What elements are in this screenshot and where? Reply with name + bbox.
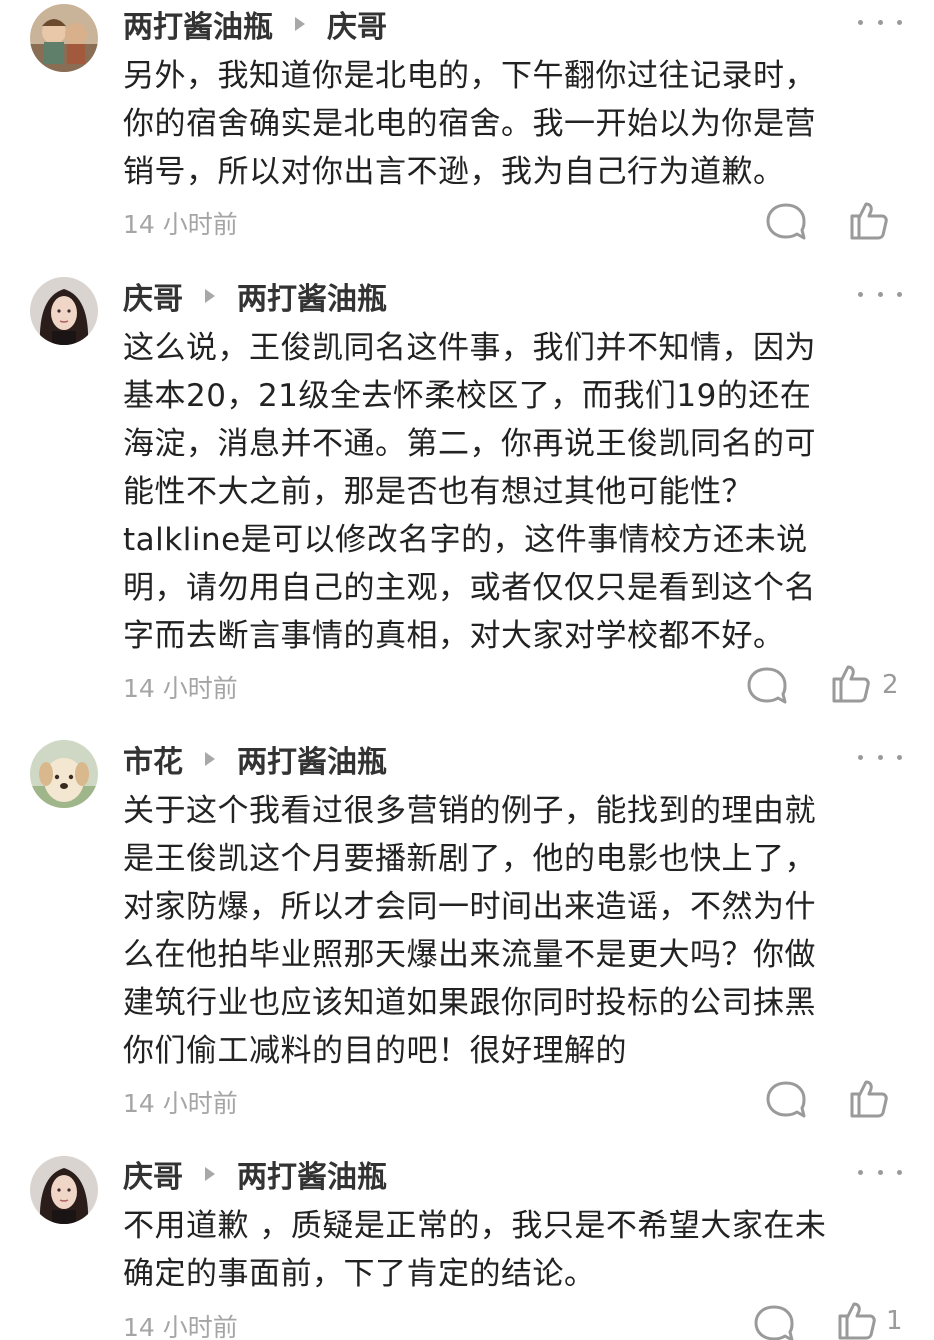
comment-line: 建筑行业也应该知道如果跟你同时投标的公司抹黑 [123, 985, 816, 1021]
comment-header: 庆哥 两打酱油瓶 [123, 274, 387, 318]
reply-to-name[interactable]: 两打酱油瓶 [237, 737, 387, 781]
comment-text: 关于这个我看过很多营销的例子，能找到的理由就 是王俊凯这个月要播新剧了，他的电影… [123, 787, 913, 1075]
comment-line: 销号，所以对你出言不逊，我为自己行为道歉。 [123, 154, 785, 190]
avatar[interactable] [30, 740, 98, 808]
comment-line: 另外，我知道你是北电的，下午翻你过往记录时， [123, 58, 816, 94]
reply-bubble-icon[interactable] [764, 200, 808, 244]
comment-line: 这么说，王俊凯同名这件事，我们并不知情，因为 [123, 330, 816, 366]
comment-line: 对家防爆，所以才会同一时间出来造谣，不然为什 [123, 889, 816, 925]
comment-line: 确定的事面前，下了肯定的结论。 [123, 1256, 596, 1292]
comment-header: 两打酱油瓶 庆哥 [123, 2, 387, 46]
reply-arrow-icon [295, 17, 305, 31]
reply-bubble-icon[interactable] [752, 1302, 796, 1340]
comment-line: 明，请勿用自己的主观，或者仅仅只是看到这个名 [123, 570, 816, 606]
comment-line: 基本20，21级全去怀柔校区了，而我们19的还在 [123, 378, 812, 414]
like-count: 1 [886, 1306, 903, 1336]
comment-text: 不用道歉 ，质疑是正常的，我只是不希望大家在未 确定的事面前，下了肯定的结论。 [123, 1202, 913, 1298]
comment-text: 另外，我知道你是北电的，下午翻你过往记录时， 你的宿舍确实是北电的宿舍。我一开始… [123, 52, 913, 196]
comment-line: 海淀，消息并不通。第二，你再说王俊凯同名的可 [123, 426, 816, 462]
more-options-icon[interactable] [858, 1162, 902, 1182]
more-options-icon[interactable] [858, 747, 902, 767]
avatar[interactable] [30, 277, 98, 345]
comment-line: 能性不大之前，那是否也有想过其他可能性？ [123, 474, 753, 510]
reply-arrow-icon [205, 289, 215, 303]
like-thumb-icon[interactable] [846, 1076, 890, 1120]
comment-header: 庆哥 两打酱油瓶 [123, 1152, 387, 1196]
comment-line: talkline是可以修改名字的，这件事情校方还未说 [123, 522, 808, 558]
author-name[interactable]: 庆哥 [123, 274, 183, 318]
like-count: 2 [882, 670, 899, 700]
more-options-icon[interactable] [858, 284, 902, 304]
author-name[interactable]: 市花 [123, 737, 183, 781]
reply-to-name[interactable]: 两打酱油瓶 [237, 274, 387, 318]
comment-line: 你们偷工减料的目的吧！很好理解的 [123, 1033, 627, 1069]
reply-bubble-icon[interactable] [745, 664, 789, 708]
comment-line: 你的宿舍确实是北电的宿舍。我一开始以为你是营 [123, 106, 816, 142]
reply-arrow-icon [205, 752, 215, 766]
author-name[interactable]: 两打酱油瓶 [123, 2, 273, 46]
timestamp: 14 小时前 [123, 674, 238, 703]
author-name[interactable]: 庆哥 [123, 1152, 183, 1196]
comment-text: 这么说，王俊凯同名这件事，我们并不知情，因为 基本20，21级全去怀柔校区了，而… [123, 324, 913, 660]
avatar[interactable] [30, 4, 98, 72]
comment-line: 么在他拍毕业照那天爆出来流量不是更大吗？你做 [123, 937, 816, 973]
reply-bubble-icon[interactable] [764, 1078, 808, 1122]
timestamp: 14 小时前 [123, 1089, 238, 1118]
comment-line: 是王俊凯这个月要播新剧了，他的电影也快上了， [123, 841, 816, 877]
avatar[interactable] [30, 1156, 98, 1224]
comment-header: 市花 两打酱油瓶 [123, 737, 387, 781]
comment-line: 关于这个我看过很多营销的例子，能找到的理由就 [123, 793, 816, 829]
reply-to-name[interactable]: 庆哥 [327, 2, 387, 46]
like-thumb-icon[interactable] [834, 1298, 878, 1340]
comment-line: 字而去断言事情的真相，对大家对学校都不好。 [123, 618, 785, 654]
like-thumb-icon[interactable] [846, 198, 890, 242]
reply-arrow-icon [205, 1167, 215, 1181]
comment-line: 不用道歉 ，质疑是正常的，我只是不希望大家在未 [123, 1208, 827, 1244]
timestamp: 14 小时前 [123, 1313, 238, 1340]
reply-to-name[interactable]: 两打酱油瓶 [237, 1152, 387, 1196]
timestamp: 14 小时前 [123, 210, 238, 239]
like-thumb-icon[interactable] [828, 661, 872, 705]
more-options-icon[interactable] [858, 12, 902, 32]
